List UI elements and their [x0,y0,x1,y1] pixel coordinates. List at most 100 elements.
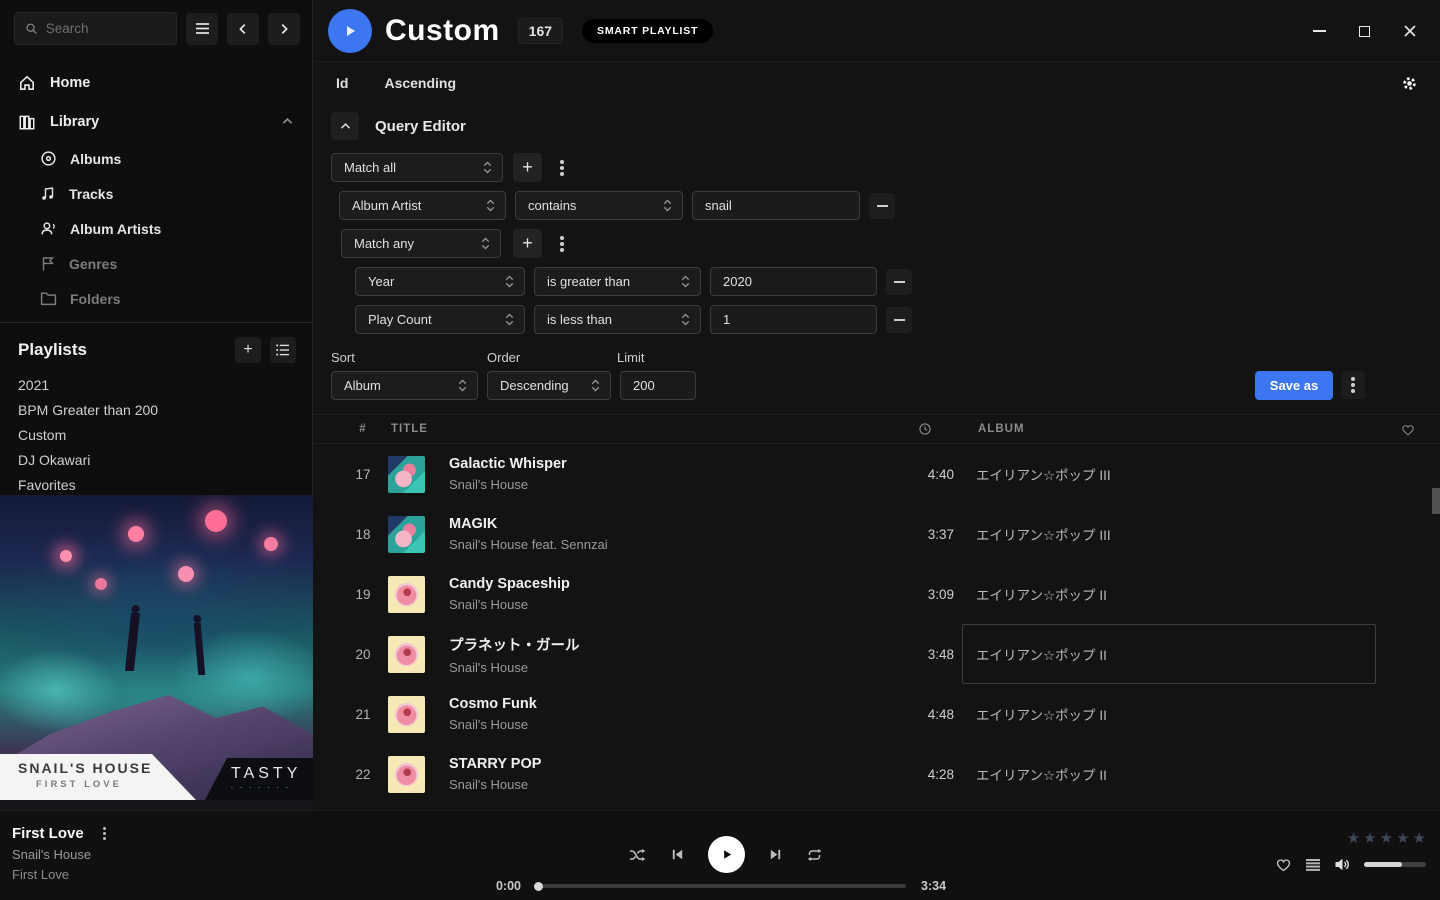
sidebar-item-home[interactable]: Home [0,63,312,102]
track-title[interactable]: STARRY POP [449,756,882,772]
search-input[interactable] [14,12,177,45]
track-title[interactable]: MAGIK [449,516,882,532]
track-artwork[interactable] [388,636,425,673]
column-duration[interactable] [885,422,965,436]
track-artist[interactable]: Snail's House [449,477,882,492]
column-title[interactable]: TITLE [391,423,885,435]
track-artist[interactable]: Snail's House [449,717,882,732]
star-icon[interactable]: ★ [1396,831,1409,846]
nav-back-button[interactable] [227,13,259,45]
track-artwork[interactable] [388,756,425,793]
track-album-cell[interactable]: エイリアン☆ポップ II [962,624,1376,684]
remove-rule-button[interactable] [869,193,895,219]
seek-thumb[interactable] [534,882,543,891]
sidebar-item-library[interactable]: Library [0,102,312,141]
track-artwork[interactable] [388,696,425,733]
track-title[interactable]: プラネット・ガール [449,634,882,655]
sort-field-button[interactable]: Id [336,75,348,91]
track-row[interactable]: 21 Cosmo Funk Snail's House 4:48 エイリアン☆ポ… [314,684,1440,744]
now-playing-album[interactable]: First Love [12,867,112,882]
sidebar-library-item[interactable]: Album Artists [0,211,312,246]
track-row[interactable]: 19 Candy Spaceship Snail's House 3:09 エイ… [314,564,1440,624]
queue-button[interactable] [1305,858,1321,872]
now-playing-artist[interactable]: Snail's House [12,847,112,862]
close-button[interactable] [1387,11,1432,51]
track-album-cell[interactable]: エイリアン☆ポップ II [962,564,1376,624]
track-title[interactable]: Galactic Whisper [449,456,882,472]
save-menu-button[interactable] [1341,371,1365,399]
track-album-cell[interactable]: エイリアン☆ポップ II [962,744,1376,797]
column-index[interactable]: # [338,423,388,435]
rule-group-menu-button[interactable] [550,154,574,182]
track-artist[interactable]: Snail's House feat. Sennzai [449,537,882,552]
track-artwork[interactable] [388,516,425,553]
volume-button[interactable] [1334,857,1351,872]
track-title[interactable]: Candy Spaceship [449,576,882,592]
previous-button[interactable] [670,847,685,862]
group-match-type-select[interactable]: Match any [341,229,501,258]
playlist-list-button[interactable] [270,337,296,363]
rule-value-input[interactable] [710,267,877,296]
track-row[interactable]: 20 プラネット・ガール Snail's House 3:48 エイリアン☆ポッ… [314,624,1440,684]
track-album-cell[interactable]: エイリアン☆ポップ III [962,504,1376,564]
rule-value-input[interactable] [710,305,877,334]
add-playlist-button[interactable]: + [235,337,261,363]
search-field[interactable] [46,21,166,36]
limit-input[interactable] [620,371,696,400]
rule-field-select[interactable]: Play Count [355,305,525,334]
add-group-rule-button[interactable]: + [513,229,542,258]
track-artist[interactable]: Snail's House [449,660,882,675]
star-icon[interactable]: ★ [1380,831,1393,846]
play-pause-button[interactable] [708,836,745,873]
maximize-button[interactable] [1342,11,1387,51]
playlist-item[interactable]: Custom [0,423,312,448]
sort-select[interactable]: Album [331,371,478,400]
remove-rule-button[interactable] [886,269,912,295]
playlist-item[interactable]: BPM Greater than 200 [0,398,312,423]
next-button[interactable] [768,847,783,862]
shuffle-button[interactable] [628,847,647,863]
track-artwork[interactable] [388,456,425,493]
track-artist[interactable]: Snail's House [449,777,882,792]
track-row[interactable]: 22 STARRY POP Snail's House 4:28 エイリアン☆ポ… [314,744,1440,797]
add-rule-button[interactable]: + [513,153,542,182]
collapse-query-editor-button[interactable] [331,112,359,140]
sidebar-library-item[interactable]: Folders [0,281,312,316]
sort-order-button[interactable]: Ascending [384,75,456,91]
seek-bar[interactable] [536,884,906,888]
settings-button[interactable] [1401,75,1418,92]
menu-button[interactable] [186,13,218,45]
rule-value-input[interactable] [692,191,860,220]
star-icon[interactable]: ★ [1413,831,1426,846]
group-menu-button[interactable] [550,230,574,258]
playlist-item[interactable]: 2021 [0,373,312,398]
match-type-select[interactable]: Match all [331,153,503,182]
track-title[interactable]: Cosmo Funk [449,696,882,712]
volume-slider[interactable] [1364,862,1426,867]
rule-field-select[interactable]: Album Artist [339,191,506,220]
nav-forward-button[interactable] [268,13,300,45]
rule-field-select[interactable]: Year [355,267,525,296]
star-icon[interactable]: ★ [1363,831,1376,846]
now-playing-artwork[interactable]: SNAIL'S HOUSE FIRST LOVE TASTY ▪ ▪ ▪ ▪ ▪… [0,495,313,810]
scrollbar-thumb[interactable] [1432,488,1440,514]
track-artist[interactable]: Snail's House [449,597,882,612]
column-favorite[interactable] [1379,423,1437,436]
playlist-item[interactable]: DJ Okawari [0,448,312,473]
minimize-button[interactable] [1297,11,1342,51]
sidebar-library-item[interactable]: Tracks [0,176,312,211]
track-album-cell[interactable]: エイリアン☆ポップ II [962,684,1376,744]
rule-operator-select[interactable]: is greater than [534,267,701,296]
star-icon[interactable]: ★ [1347,831,1360,846]
sidebar-library-item[interactable]: Albums [0,141,312,176]
column-album[interactable]: ALBUM [965,423,1379,435]
order-select[interactable]: Descending [487,371,611,400]
track-row[interactable]: 17 Galactic Whisper Snail's House 4:40 エ… [314,444,1440,504]
sidebar-library-item[interactable]: Genres [0,246,312,281]
play-playlist-button[interactable] [328,9,372,53]
repeat-button[interactable] [806,847,823,863]
track-artwork[interactable] [388,576,425,613]
track-row[interactable]: 18 MAGIK Snail's House feat. Sennzai 3:3… [314,504,1440,564]
remove-rule-button[interactable] [886,307,912,333]
track-album-cell[interactable]: エイリアン☆ポップ III [962,444,1376,504]
